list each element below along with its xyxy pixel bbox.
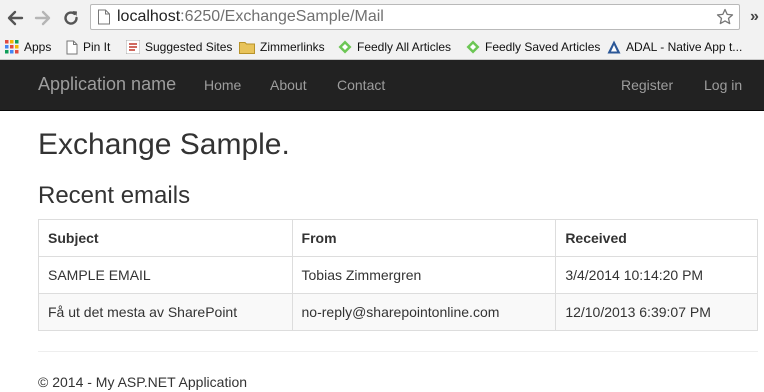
adal-icon	[607, 40, 621, 54]
brand-link[interactable]: Application name	[38, 74, 176, 95]
folder-icon	[239, 41, 255, 54]
reload-button[interactable]	[60, 7, 82, 29]
bookmark-pin-it[interactable]: Pin It	[66, 37, 110, 57]
cell-subject: SAMPLE EMAIL	[38, 256, 293, 294]
feedly-icon	[466, 40, 480, 54]
toolbar-overflow-chevron-icon[interactable]: »	[750, 8, 759, 26]
column-header-from: From	[291, 219, 557, 257]
back-button[interactable]	[4, 7, 26, 29]
bookmark-apps[interactable]: Apps	[5, 37, 51, 57]
bookmark-feedly-all[interactable]: Feedly All Articles	[338, 37, 451, 57]
bookmark-star-icon[interactable]	[716, 8, 734, 31]
nav-link-login[interactable]: Log in	[704, 77, 742, 93]
footer-text: © 2014 - My ASP.NET Application	[38, 374, 248, 390]
cell-subject: Få ut det mesta av SharePoint	[38, 293, 293, 331]
apps-grid-icon	[5, 40, 19, 54]
nav-link-about[interactable]: About	[270, 77, 307, 93]
nav-link-home[interactable]: Home	[204, 77, 241, 93]
feedly-icon	[338, 40, 352, 54]
table-row: Få ut det mesta av SharePoint no-reply@s…	[38, 293, 758, 331]
bookmark-feedly-saved[interactable]: Feedly Saved Articles	[466, 37, 600, 57]
page-icon	[66, 40, 78, 55]
back-arrow-icon	[7, 10, 24, 26]
bookmark-zimmerlinks[interactable]: Zimmerlinks	[239, 37, 325, 57]
bookmark-adal[interactable]: ADAL - Native App t...	[607, 37, 742, 57]
section-title: Recent emails	[38, 182, 191, 209]
forward-arrow-icon	[34, 10, 51, 26]
address-bar[interactable]: localhost:6250/ExchangeSample/Mail	[90, 4, 740, 30]
bookmark-label: Zimmerlinks	[260, 40, 325, 54]
site-navbar: Application name Home About Contact Regi…	[0, 60, 764, 111]
bookmarks-bar: Apps Pin It Suggested Sites Zimmerlinks	[0, 36, 764, 60]
table-header-row: Subject From Received	[38, 219, 758, 257]
nav-link-contact[interactable]: Contact	[337, 77, 385, 93]
browser-toolbar: localhost:6250/ExchangeSample/Mail »	[0, 0, 764, 36]
bookmark-suggested-sites[interactable]: Suggested Sites	[126, 37, 232, 57]
url-path: :6250/ExchangeSample/Mail	[180, 8, 384, 25]
cell-received: 12/10/2013 6:39:07 PM	[555, 293, 758, 331]
bookmark-label: Pin It	[83, 40, 111, 54]
emails-table: Subject From Received SAMPLE EMAIL Tobia…	[38, 219, 758, 331]
cell-from: Tobias Zimmergren	[291, 256, 557, 294]
bookmark-label: Apps	[24, 40, 52, 54]
cell-received: 3/4/2014 10:14:20 PM	[555, 256, 758, 294]
page-title: Exchange Sample.	[38, 128, 290, 161]
column-header-subject: Subject	[38, 219, 293, 257]
table-row: SAMPLE EMAIL Tobias Zimmergren 3/4/2014 …	[38, 256, 758, 294]
bookmark-label: Feedly Saved Articles	[485, 40, 601, 54]
footer-divider	[38, 351, 758, 352]
reload-icon	[64, 11, 78, 25]
bookmark-label: Suggested Sites	[145, 40, 233, 54]
suggested-sites-icon	[126, 40, 140, 54]
column-header-received: Received	[555, 219, 758, 257]
url-host: localhost	[117, 8, 181, 25]
forward-button[interactable]	[32, 7, 54, 29]
nav-link-register[interactable]: Register	[621, 77, 673, 93]
page-icon	[97, 9, 111, 30]
url-text: localhost:6250/ExchangeSample/Mail	[117, 8, 384, 26]
bookmark-label: ADAL - Native App t...	[626, 40, 743, 54]
bookmark-label: Feedly All Articles	[357, 40, 452, 54]
cell-from: no-reply@sharepointonline.com	[291, 293, 557, 331]
